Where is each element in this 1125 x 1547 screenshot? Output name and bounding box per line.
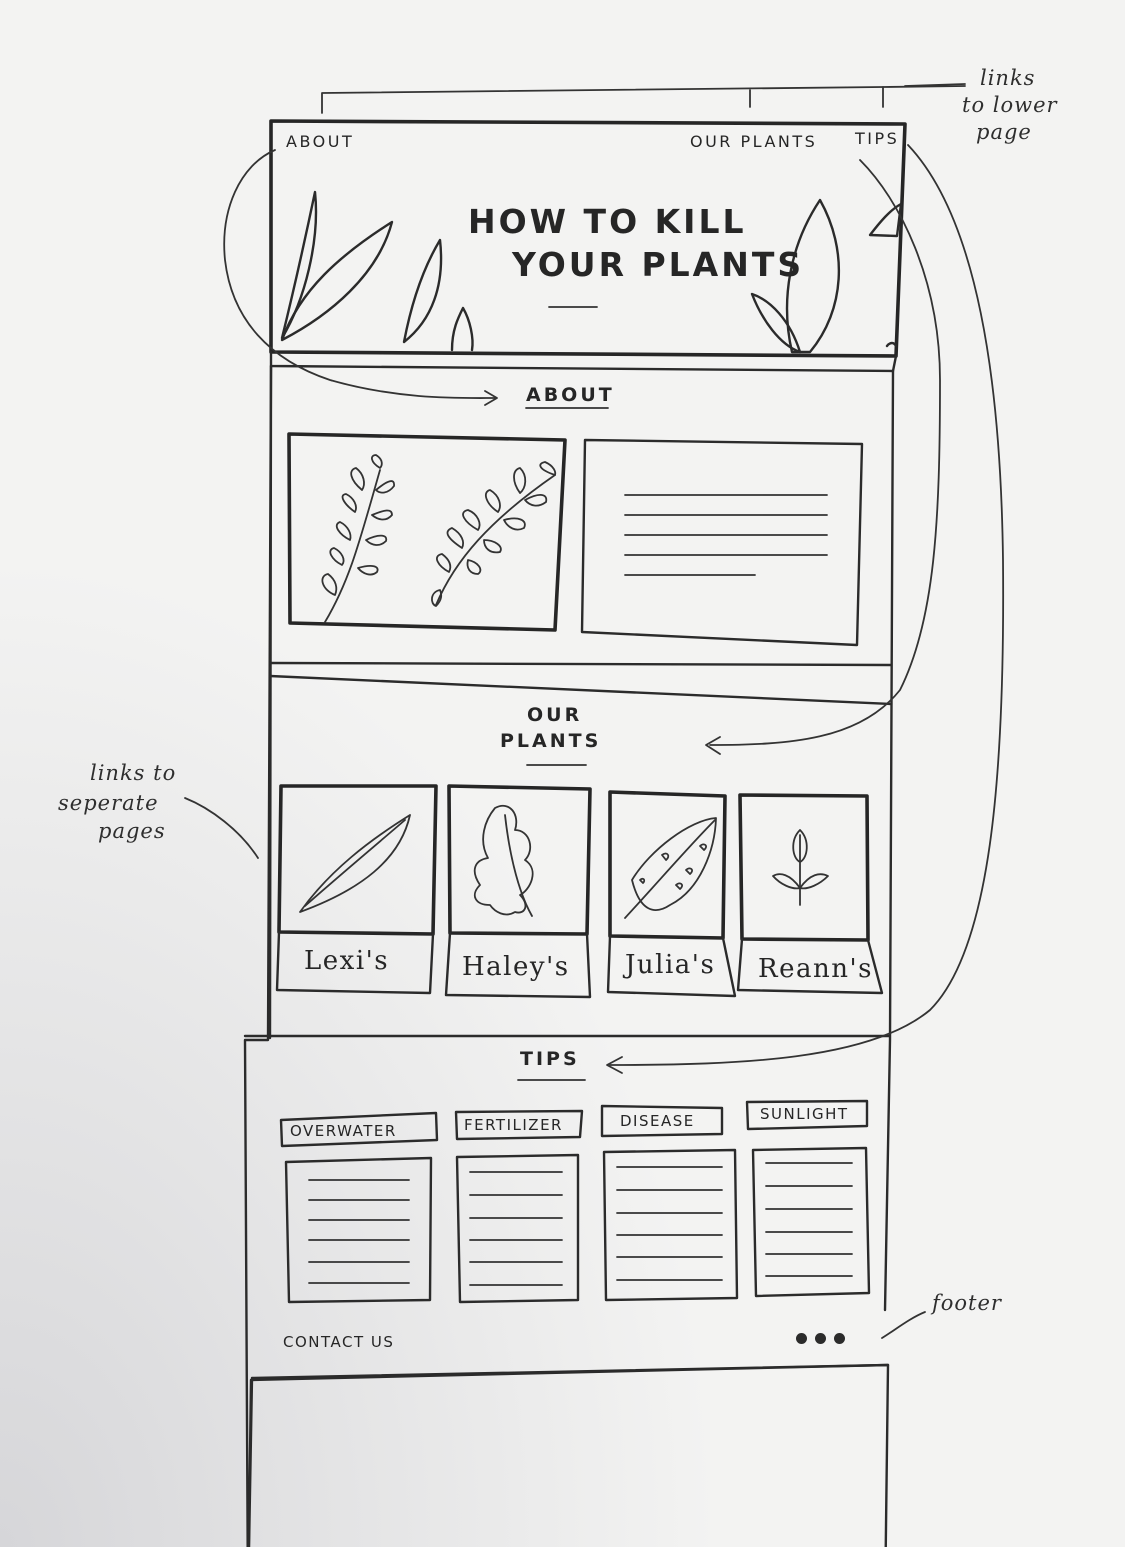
tip-label-disease[interactable]: DISEASE (620, 1112, 695, 1130)
about-text-block (580, 438, 864, 647)
plant-card-haley[interactable]: Haley's (462, 952, 570, 982)
tip-label-fertilizer[interactable]: FERTILIZER (464, 1116, 563, 1134)
tip-label-overwater[interactable]: OVERWATER (290, 1122, 397, 1140)
tip-text-boxes (284, 1146, 871, 1304)
about-image (287, 432, 567, 632)
tips-heading: TIPS (520, 1048, 580, 1070)
nav-link-about[interactable]: ABOUT (286, 132, 354, 151)
nav-link-tips[interactable]: TIPS (855, 129, 899, 148)
plants-heading-line1: OUR (527, 704, 583, 726)
separate-pages-pointer (184, 797, 259, 859)
top-nav-bracket (321, 85, 966, 114)
annotation-separate-line1: links to (90, 761, 177, 785)
dot-icon (815, 1333, 826, 1344)
plant-card-reann[interactable]: Reann's (758, 954, 873, 984)
tip-label-sunlight[interactable]: SUNLIGHT (760, 1105, 849, 1123)
dot-icon (796, 1333, 807, 1344)
plant-card-lexi[interactable]: Lexi's (304, 946, 389, 976)
annotation-separate-line3: pages (98, 819, 166, 843)
hero-title-line1: HOW TO KILL (468, 202, 747, 241)
annotation-links-line2: to lower (962, 93, 1058, 117)
annotation-links-line3: page (976, 120, 1032, 144)
footer-contact-us[interactable]: CONTACT US (283, 1333, 394, 1351)
footer-more-icon[interactable] (796, 1333, 845, 1344)
annotation-separate-line2: seperate (58, 791, 159, 815)
hero-title-line2: YOUR PLANTS (512, 245, 805, 284)
dot-icon (834, 1333, 845, 1344)
about-heading: ABOUT (526, 384, 615, 406)
footer-pointer (881, 1311, 926, 1339)
nav-link-our-plants[interactable]: OUR PLANTS (690, 132, 817, 151)
annotation-footer: footer (932, 1291, 1002, 1315)
plant-illustrations (299, 805, 829, 919)
annotation-links-line1: links (980, 66, 1036, 90)
plants-heading-line2: PLANTS (500, 730, 602, 752)
plant-card-julia[interactable]: Julia's (625, 950, 715, 980)
